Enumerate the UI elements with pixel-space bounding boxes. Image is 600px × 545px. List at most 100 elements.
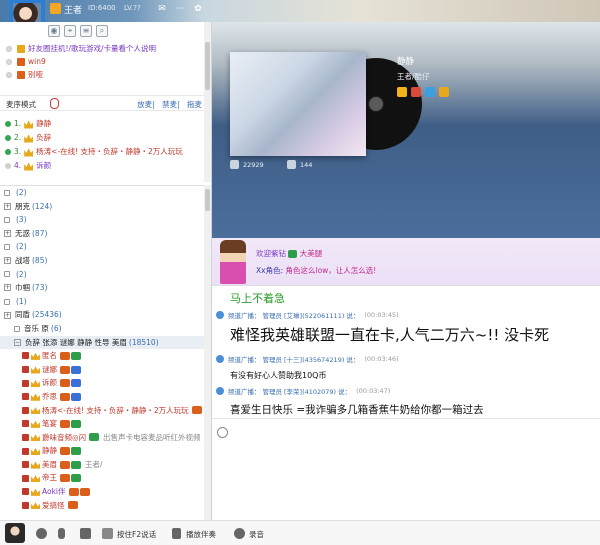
speaker-icon[interactable] [36, 528, 47, 539]
user-row[interactable]: 静静 [0, 444, 205, 458]
channel-row[interactable]: + 战塔 (85) [0, 254, 205, 268]
share-icons [397, 87, 449, 97]
skin-icon[interactable]: ✿ [192, 4, 204, 14]
crown-icon [31, 488, 40, 496]
message-body: 有没有好心人赞助我10Q币 [230, 371, 327, 380]
user-row[interactable]: 诉颜 [0, 376, 205, 390]
channel-row[interactable]: − 负辞 张添 谜娜 静静 性导 美眉 (18510) [0, 335, 205, 350]
user-name: Aoki伴 [42, 487, 66, 497]
queue-number: 3. [14, 147, 22, 156]
channel-row[interactable]: (3) [0, 213, 205, 227]
channel-scrollbar[interactable] [204, 185, 211, 520]
mail-icon[interactable]: ✉ [156, 4, 168, 14]
user-row[interactable]: 爵味音频◎闪 出售声卡电容麦品听红外视频 [0, 431, 205, 445]
medal-icon [60, 460, 70, 469]
broadcast-icon [216, 355, 224, 363]
lock-icon[interactable] [4, 271, 10, 278]
search-icon[interactable]: ⌕ [96, 25, 108, 37]
user-row[interactable]: 匿名 [0, 349, 205, 363]
channel-row[interactable]: + 朋克 (124) [0, 200, 205, 214]
user-row[interactable]: 笔宴 [0, 417, 205, 431]
lock-icon[interactable] [4, 189, 10, 196]
music-note-icon[interactable] [172, 528, 181, 539]
crown-icon [31, 434, 40, 442]
queue-item[interactable]: 3. 杨涛<-在线! 支持・负辞・静静・2万人玩玩 [0, 145, 206, 159]
lock-icon[interactable] [4, 216, 10, 223]
queue-item[interactable]: 4. 诉颜 [0, 159, 206, 173]
lock-icon[interactable] [4, 298, 10, 305]
channel-count: (3) [16, 215, 27, 225]
welcome-prefix: 欢迎紫钻 [256, 249, 286, 258]
channel-row[interactable]: 音乐 原 (6) [0, 322, 205, 336]
listen-count-value: 22929 [243, 160, 264, 169]
notice-item[interactable]: 好友圈挂机!/歌玩游戏/卡量看个人说明 [0, 42, 200, 55]
mode-label[interactable]: 麦序模式 [6, 99, 36, 110]
release-mic-link[interactable]: 放麦 [137, 100, 152, 109]
medal-icon [60, 474, 70, 483]
expand-icon[interactable]: + [4, 257, 11, 265]
drag-mic-link[interactable]: 拖麦 [187, 100, 202, 109]
dots-icon[interactable]: ⋯ [174, 4, 186, 14]
expand-icon[interactable]: + [4, 202, 11, 210]
notice-item[interactable]: 别哑 [0, 68, 200, 81]
message-user[interactable]: [十三](435674219) [284, 354, 344, 364]
push-to-talk-button[interactable]: 按住F2说话 [117, 529, 156, 540]
contacts-icon[interactable]: ◉ [48, 25, 60, 37]
expand-icon[interactable]: + [4, 311, 11, 319]
lock-icon[interactable] [4, 244, 10, 251]
user-row[interactable]: 乔思 [0, 390, 205, 404]
channel-row[interactable]: (2) [0, 268, 205, 282]
equalizer-icon[interactable] [80, 528, 91, 539]
channel-row[interactable]: (1) [0, 295, 205, 309]
user-row[interactable]: 爱搞怪 [0, 499, 205, 513]
channel-row[interactable]: + 巾帼 (73) [0, 281, 205, 295]
album-cover[interactable] [230, 52, 366, 156]
location-icon[interactable]: ⌖ [64, 25, 76, 37]
user-row[interactable]: 谜娜 [0, 363, 205, 377]
self-avatar[interactable] [5, 523, 25, 543]
status-dot-icon [6, 45, 12, 52]
channel-row[interactable]: (2) [0, 186, 205, 200]
weibo-icon[interactable] [411, 87, 421, 97]
expand-icon[interactable]: + [4, 284, 11, 292]
f2-key-icon[interactable] [102, 528, 113, 539]
expand-icon[interactable]: + [4, 230, 11, 238]
qzone-icon[interactable] [397, 87, 407, 97]
note-icon[interactable]: ≡ [80, 25, 92, 37]
record-button[interactable]: 录音 [249, 529, 264, 540]
record-icon[interactable] [234, 528, 245, 539]
lock-icon[interactable] [14, 325, 20, 332]
message-user[interactable]: [李荣](4102079) [284, 386, 336, 396]
message-body: 喜爱生日快乐 =我诈骗多几箱香蕉牛奶给你都一箱过去 [230, 404, 484, 416]
message-channel: 频道广播： [228, 356, 261, 364]
user-row[interactable]: Aoki伴 [0, 485, 205, 499]
scroll-thumb[interactable] [205, 42, 210, 90]
twitter-icon[interactable] [425, 87, 435, 97]
scroll-thumb[interactable] [205, 189, 210, 211]
expand-icon[interactable]: − [14, 338, 21, 346]
left-panel: ◉ ⌖ ≡ ⌕ 好友圈挂机!/歌玩游戏/卡量看个人说明 win9 别哑 麦序模式… [0, 22, 212, 520]
channel-row[interactable]: (2) [0, 240, 205, 254]
message-input[interactable] [212, 446, 600, 520]
channel-count: (2) [16, 188, 27, 197]
notice-text: win9 [28, 57, 46, 66]
queue-item[interactable]: 1. 静静 [0, 117, 206, 131]
message-user[interactable]: [艾琳](522061111) [284, 310, 344, 320]
queue-item[interactable]: 2. 负辞 [0, 131, 206, 145]
mic-icon[interactable] [50, 98, 59, 109]
user-row[interactable]: 帝王 [0, 471, 205, 485]
vip-level-icon [22, 393, 29, 401]
user-row[interactable]: 杨涛<-在线! 支持・负辞・静静・2万人玩玩 [0, 404, 205, 418]
welcome-user[interactable]: 大美腿 [300, 249, 323, 258]
channel-row[interactable]: + 同盾 (25436) [0, 308, 205, 322]
channel-row[interactable]: + 无惑 (87) [0, 227, 205, 241]
like-count[interactable]: 144 [287, 160, 312, 169]
mic-icon[interactable] [58, 528, 65, 539]
share-icon[interactable] [439, 87, 449, 97]
queue-scrollbar[interactable] [204, 22, 211, 182]
emoji-icon[interactable] [217, 427, 228, 438]
play-accompaniment-button[interactable]: 播放伴奏 [186, 529, 216, 540]
user-row[interactable]: 美眉 王者/ [0, 458, 205, 472]
ban-mic-link[interactable]: 禁麦 [162, 100, 177, 109]
notice-item[interactable]: win9 [0, 55, 200, 68]
